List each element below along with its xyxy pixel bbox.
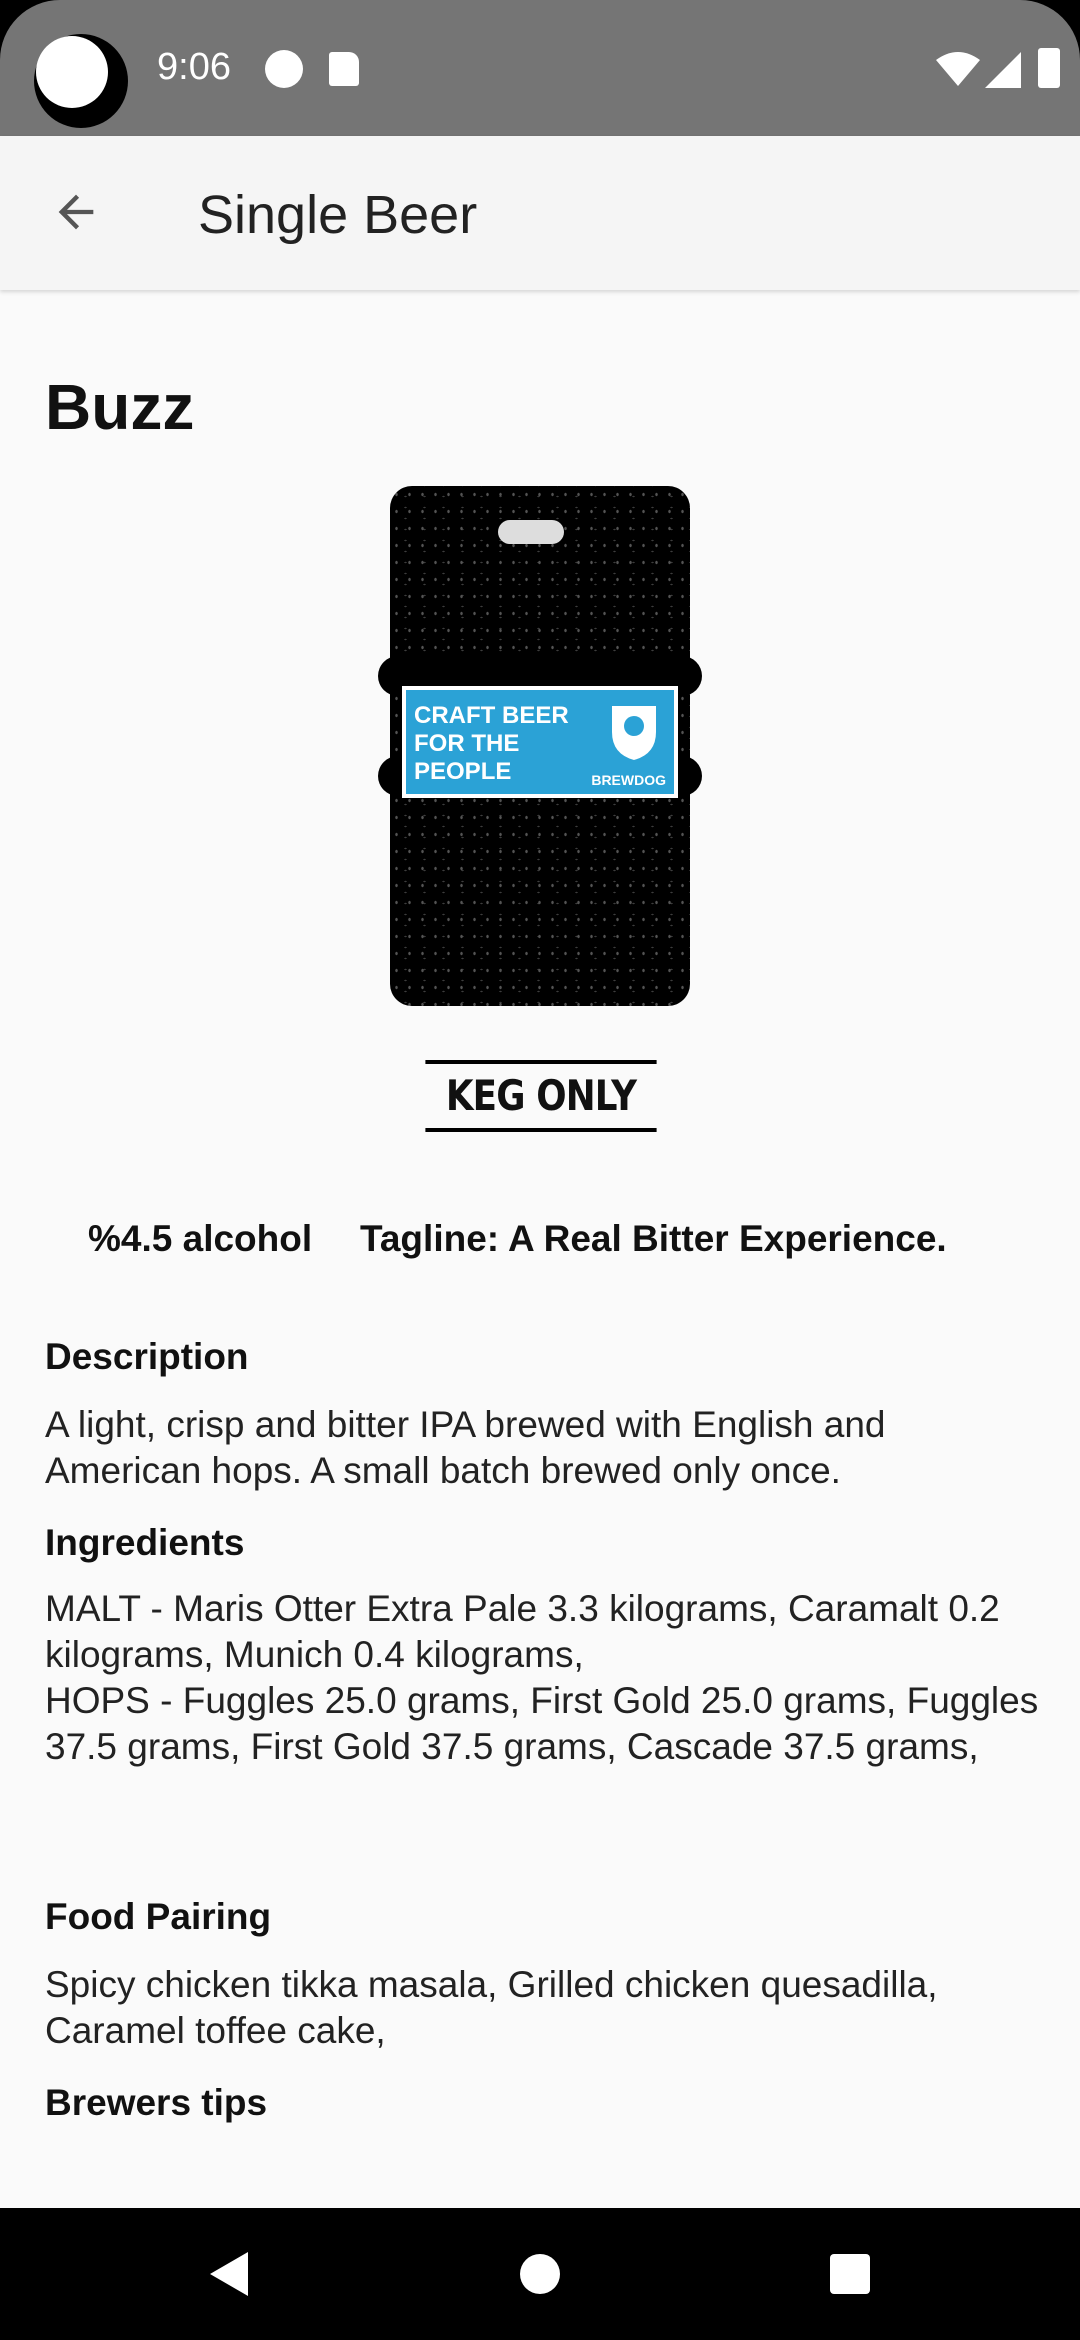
battery-icon — [1038, 48, 1060, 88]
signal-icon — [985, 52, 1021, 88]
home-nav-icon[interactable] — [510, 2244, 570, 2304]
beer-detail-content[interactable]: Buzz CRAFT BEER FOR THE PEOPLE BREWDOG K… — [0, 290, 1080, 2208]
ingredients-malt: MALT - Maris Otter Extra Pale 3.3 kilogr… — [45, 1588, 1000, 1675]
status-time: 9:06 — [157, 46, 231, 88]
alcohol-content: %4.5 alcohol — [88, 1218, 313, 1259]
description-text: A light, crisp and bitter IPA brewed wit… — [45, 1404, 886, 1491]
beer-name: Buzz — [45, 371, 195, 443]
description-heading: Description — [45, 1336, 249, 1377]
app-bar: Single Beer — [0, 136, 1080, 290]
back-nav-icon[interactable] — [200, 2244, 260, 2304]
status-bar: 9:06 — [0, 0, 1080, 136]
keg-only-badge: KEG ONLY — [425, 1060, 657, 1132]
beer-tagline: Tagline: A Real Bitter Experience. — [360, 1218, 947, 1259]
food-pairing-heading: Food Pairing — [45, 1896, 272, 1937]
label-brand: BREWDOG — [591, 772, 666, 788]
keg-label: CRAFT BEER FOR THE PEOPLE BREWDOG — [402, 686, 678, 798]
page-title: Single Beer — [198, 185, 478, 245]
label-slogan: CRAFT BEER FOR THE PEOPLE — [414, 702, 569, 785]
brewdog-shield-icon — [612, 706, 656, 760]
wifi-icon — [936, 52, 980, 86]
camera-cutout — [34, 34, 128, 128]
food-pairing-text: Spicy chicken tikka masala, Grilled chic… — [45, 1964, 938, 2051]
arrow-back-icon[interactable] — [50, 186, 102, 238]
app-notification-icon — [265, 50, 303, 88]
keg-handle — [498, 520, 564, 544]
brewers-tips-heading: Brewers tips — [45, 2082, 268, 2123]
beer-image: CRAFT BEER FOR THE PEOPLE BREWDOG — [378, 486, 702, 1006]
ingredients-heading: Ingredients — [45, 1522, 245, 1563]
ingredients-hops: HOPS - Fuggles 25.0 grams, First Gold 25… — [45, 1680, 1039, 1767]
navigation-bar — [0, 2208, 1080, 2340]
recents-nav-icon[interactable] — [820, 2244, 880, 2304]
sd-card-icon — [329, 52, 359, 86]
